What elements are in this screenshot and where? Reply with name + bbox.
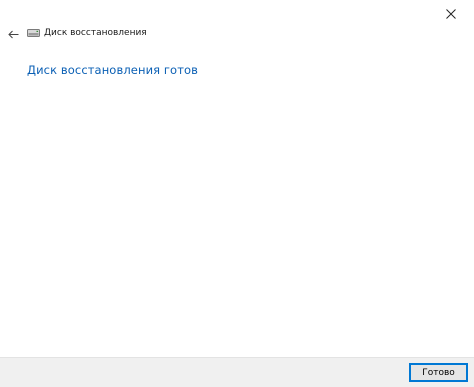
back-arrow-icon	[7, 24, 19, 43]
back-button[interactable]	[2, 24, 24, 42]
done-button[interactable]: Готово	[409, 363, 468, 382]
close-button[interactable]	[428, 0, 474, 28]
recovery-drive-wizard: Диск восстановления Диск восстановления …	[0, 0, 474, 387]
drive-icon	[27, 28, 41, 38]
page-heading: Диск восстановления готов	[27, 63, 199, 77]
footer-bar: Готово	[0, 357, 474, 387]
wizard-header: Диск восстановления	[0, 24, 147, 42]
close-icon	[446, 9, 456, 19]
wizard-title: Диск восстановления	[44, 28, 147, 38]
